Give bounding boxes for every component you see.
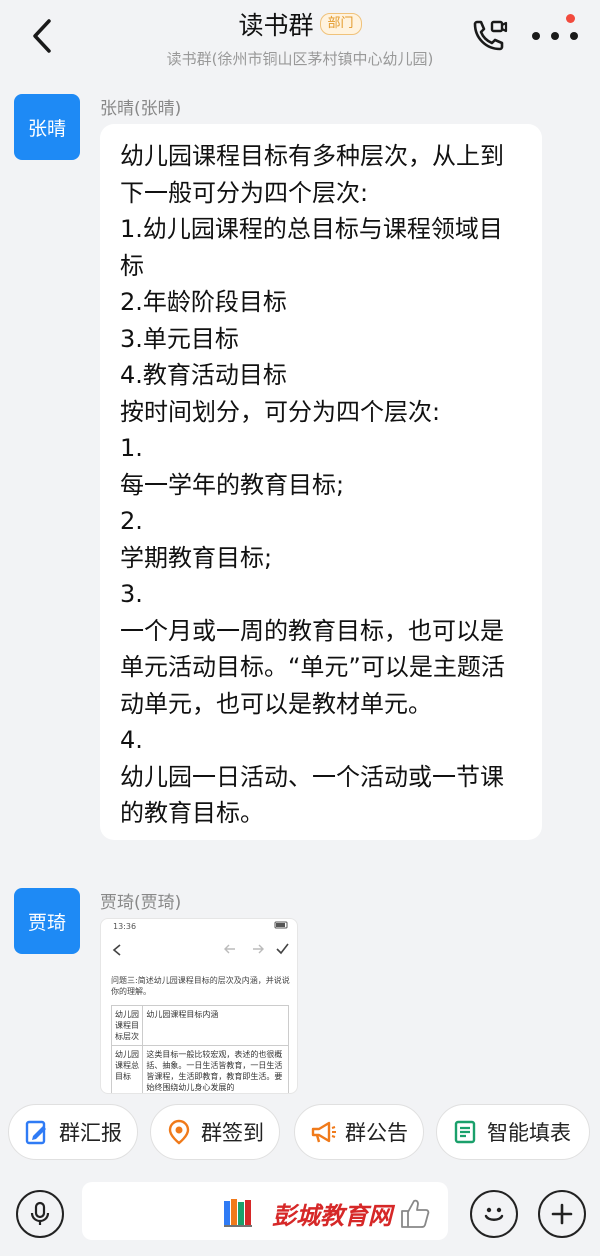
chip-label: 群公告 [345, 1121, 408, 1145]
image-message[interactable]: 13:36 问题三:简述幼儿园课程目标的层次及内涵，并说说你的理解。 幼儿园课程… [100, 918, 298, 1094]
image-question-text: 问题三:简述幼儿园课程目标的层次及内涵，并说说你的理解。 [111, 976, 290, 996]
image-table-cell: 幼儿园课程总目标 [110, 1045, 144, 1093]
report-icon [25, 1120, 46, 1145]
chip-label: 群签到 [201, 1121, 264, 1145]
image-table-cell: 这类目标一般比较宏观，表述的也很概括、抽象。一日生活皆教育，一日生活皆课程，生活… [142, 1045, 289, 1093]
plus-icon[interactable] [538, 1190, 586, 1238]
more-dots-icon[interactable] [532, 26, 578, 46]
message-text: 幼儿园课程目标有多种层次，从上到下一般可分为四个层次: 1.幼儿园课程的总目标与… [120, 142, 505, 827]
watermark: 彭城教育网 [222, 1194, 432, 1232]
thumbs-up-icon [401, 1199, 430, 1228]
video-call-icon[interactable] [466, 14, 510, 58]
image-status-time: 13:36 [113, 922, 137, 931]
image-table: 幼儿园课程目标层次 幼儿园课程目标内涵 幼儿园课程总目标 这类目标一般比较宏观，… [110, 1005, 289, 1093]
microphone-icon[interactable] [16, 1190, 64, 1238]
chat-title: 读书群 [238, 11, 314, 40]
megaphone-icon [311, 1121, 336, 1143]
avatar[interactable]: 张晴 [14, 94, 80, 160]
chat-title-block[interactable]: 读书群 部门 读书群(徐州市铜山区茅村镇中心幼儿园) [0, 6, 600, 69]
chip-label: 智能填表 [487, 1121, 571, 1145]
chat-subtitle: 读书群(徐州市铜山区茅村镇中心幼儿园) [166, 50, 434, 68]
book-logo-icon [224, 1199, 252, 1227]
watermark-text: 彭城教育网 [272, 1201, 392, 1230]
group-checkin-button[interactable]: 群签到 [150, 1104, 280, 1160]
sender-name: 贾琦(贾琦) [100, 893, 182, 913]
notification-dot [566, 14, 575, 23]
location-pin-icon [168, 1119, 190, 1145]
message-bubble[interactable]: 幼儿园课程目标有多种层次，从上到下一般可分为四个层次: 1.幼儿园课程的总目标与… [100, 124, 542, 840]
smart-form-button[interactable]: 智能填表 [436, 1104, 590, 1160]
message-input[interactable]: 彭城教育网 [82, 1182, 448, 1240]
image-table-header: 幼儿园课程目标内涵 [142, 1005, 289, 1046]
image-toolbar-icons [224, 943, 289, 955]
battery-icon [274, 921, 288, 929]
department-badge: 部门 [319, 13, 362, 35]
group-report-button[interactable]: 群汇报 [8, 1104, 138, 1160]
emoji-icon[interactable] [470, 1190, 518, 1238]
chip-label: 群汇报 [59, 1121, 122, 1145]
form-icon [454, 1120, 476, 1144]
sender-name: 张晴(张晴) [100, 99, 182, 119]
group-announcement-button[interactable]: 群公告 [294, 1104, 424, 1160]
avatar[interactable]: 贾琦 [14, 888, 80, 954]
chat-header: 读书群 部门 读书群(徐州市铜山区茅村镇中心幼儿园) [0, 0, 600, 76]
quick-actions-bar: 群汇报 群签到 群公告 智能填表 [0, 1104, 600, 1164]
image-table-header: 幼儿园课程目标层次 [110, 1005, 144, 1046]
input-bar: 彭城教育网 [0, 1172, 600, 1256]
image-back-icon [112, 944, 121, 956]
